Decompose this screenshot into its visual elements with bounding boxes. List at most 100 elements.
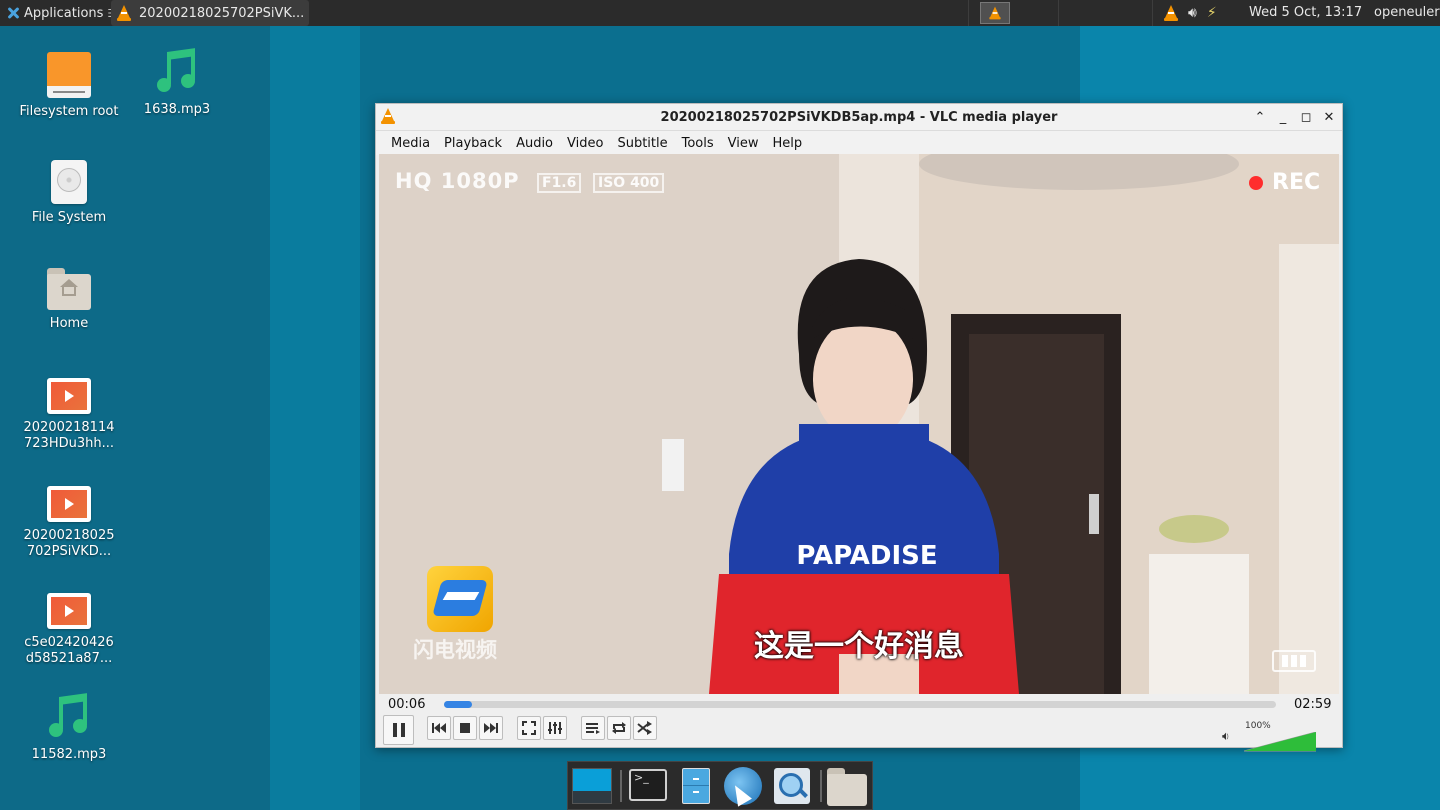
desktop-icon xyxy=(572,768,612,804)
playlist-button[interactable] xyxy=(581,716,605,740)
desktop-icon-label: 20200218114 723HDu3hh... xyxy=(23,420,115,451)
overlay-rec: REC xyxy=(1272,170,1321,195)
close-button[interactable]: ✕ xyxy=(1319,107,1339,127)
seek-progress xyxy=(444,701,473,708)
desktop-icon-filesystem-root[interactable]: Filesystem root xyxy=(19,52,119,120)
rec-dot-icon xyxy=(1249,176,1263,190)
menu-media[interactable]: Media xyxy=(384,136,437,151)
minimize-button[interactable]: _ xyxy=(1273,107,1293,127)
dock-terminal[interactable]: >_ xyxy=(628,766,668,806)
system-tray: 🔊︎ ⚡︎ xyxy=(1164,0,1217,26)
top-panel: Applications ☰ 20200218025702PSiVK... 🔊︎… xyxy=(0,0,1440,26)
desktop-icon-home[interactable]: Home xyxy=(19,266,119,332)
dock-web-browser[interactable] xyxy=(722,766,762,807)
video-canvas[interactable]: PAPADISE HQ 1080P F1.6 ISO 400 REC 闪电视频 … xyxy=(379,154,1339,694)
workspace-switcher[interactable] xyxy=(980,2,1010,24)
video-file-icon xyxy=(47,593,91,629)
workspace-vlc-icon xyxy=(989,6,1001,20)
clock[interactable]: Wed 5 Oct, 13:17 xyxy=(1249,5,1362,20)
desktop-icon-video-1[interactable]: 20200218114 723HDu3hh... xyxy=(19,378,119,452)
video-file-icon xyxy=(47,486,91,522)
total-time: 02:59 xyxy=(1294,697,1332,712)
panel-separator xyxy=(968,0,969,26)
dock-separator xyxy=(620,770,622,802)
menu-subtitle[interactable]: Subtitle xyxy=(610,136,674,151)
video-subtitle: 这是一个好消息 xyxy=(754,629,964,664)
window-titlebar[interactable]: 20200218025702PSiVKDB5ap.mp4 - VLC media… xyxy=(376,104,1342,131)
applications-menu[interactable]: Applications ☰ xyxy=(2,0,121,26)
shuffle-button[interactable] xyxy=(633,716,657,740)
previous-button[interactable] xyxy=(427,716,451,740)
maximize-button[interactable]: ◻ xyxy=(1296,107,1316,127)
pause-button[interactable] xyxy=(383,715,414,745)
battery-icon xyxy=(1272,650,1316,672)
playback-controls: 🔉︎ 100% xyxy=(376,715,1342,752)
loop-button[interactable] xyxy=(607,716,631,740)
dock-search[interactable] xyxy=(772,766,812,806)
desktop-icon-file-system[interactable]: File System xyxy=(19,160,119,226)
file-cabinet-icon xyxy=(682,768,710,804)
panel-separator xyxy=(1058,0,1059,26)
user-menu[interactable]: openeuler xyxy=(1374,5,1440,20)
menu-view[interactable]: View xyxy=(721,136,766,151)
equalizer-icon xyxy=(548,722,562,734)
next-button[interactable] xyxy=(479,716,503,740)
bottom-dock: >_ xyxy=(567,761,873,810)
taskbar-window-label: 20200218025702PSiVK... xyxy=(139,5,305,21)
vlc-tray-icon[interactable] xyxy=(1164,5,1178,21)
pause-icon xyxy=(392,723,405,737)
loop-icon xyxy=(612,722,626,734)
timeline-row: 00:06 02:59 xyxy=(376,695,1342,715)
skip-back-icon xyxy=(432,723,446,733)
elapsed-time: 00:06 xyxy=(388,697,426,712)
desktop-icon-label: 20200218025 702PSiVKD... xyxy=(23,528,115,559)
shirt-text: PAPADISE xyxy=(796,541,937,571)
dock-home-folder[interactable] xyxy=(827,766,867,806)
shuffle-icon xyxy=(637,721,652,735)
network-tray-icon[interactable]: ⚡︎ xyxy=(1207,5,1217,21)
vlc-cone-icon xyxy=(117,5,131,21)
folder-icon xyxy=(827,766,867,806)
extended-settings-button[interactable] xyxy=(543,716,567,740)
menu-tools[interactable]: Tools xyxy=(675,136,721,151)
overlay-iso: ISO 400 xyxy=(593,173,665,193)
dock-file-manager[interactable] xyxy=(676,766,716,806)
desktop-icon-label: Filesystem root xyxy=(19,104,119,119)
desktop-icon-11582-mp3[interactable]: 11582.mp3 xyxy=(19,693,119,763)
taskbar-vlc-window[interactable]: 20200218025702PSiVK... xyxy=(111,0,309,26)
dock-show-desktop[interactable] xyxy=(572,766,612,806)
seek-slider[interactable] xyxy=(444,701,1276,708)
desktop-icon-video-3[interactable]: c5e02420426 d58521a87... xyxy=(19,593,119,667)
applications-label: Applications xyxy=(24,5,104,21)
speaker-icon[interactable]: 🔉︎ xyxy=(1222,729,1230,744)
desktop-icon-1638-mp3[interactable]: 1638.mp3 xyxy=(127,48,227,118)
window-title: 20200218025702PSiVKDB5ap.mp4 - VLC media… xyxy=(660,110,1058,125)
watermark-text: 闪电视频 xyxy=(413,638,497,662)
shade-button[interactable]: ⌃ xyxy=(1250,107,1270,127)
menu-video[interactable]: Video xyxy=(560,136,610,151)
stop-button[interactable] xyxy=(453,716,477,740)
overlay-aperture: F1.6 xyxy=(537,173,582,193)
overlay-quality: HQ 1080P xyxy=(395,169,520,193)
hard-disk-icon xyxy=(51,160,87,204)
drive-orange-icon xyxy=(47,52,91,98)
music-note-icon xyxy=(47,693,91,741)
desktop-icon-label: 11582.mp3 xyxy=(31,747,107,762)
menu-bar: Media Playback Audio Video Subtitle Tool… xyxy=(376,131,1342,155)
volume-slider[interactable] xyxy=(1244,732,1316,752)
playlist-icon xyxy=(586,723,600,734)
menu-audio[interactable]: Audio xyxy=(509,136,560,151)
vlc-window: 20200218025702PSiVKDB5ap.mp4 - VLC media… xyxy=(375,103,1343,752)
fullscreen-button[interactable] xyxy=(517,716,541,740)
fullscreen-icon xyxy=(522,721,536,735)
menu-help[interactable]: Help xyxy=(766,136,810,151)
lightning-logo-icon xyxy=(427,566,493,632)
menu-playback[interactable]: Playback xyxy=(437,136,509,151)
desktop-icon-label: Home xyxy=(49,316,89,331)
video-file-icon xyxy=(47,378,91,414)
volume-tray-icon[interactable]: 🔊︎ xyxy=(1188,5,1197,21)
desktop-icon-video-2[interactable]: 20200218025 702PSiVKD... xyxy=(19,486,119,560)
skip-forward-icon xyxy=(484,723,498,733)
desktop-icon-label: c5e02420426 d58521a87... xyxy=(24,635,114,666)
search-icon xyxy=(774,768,810,804)
